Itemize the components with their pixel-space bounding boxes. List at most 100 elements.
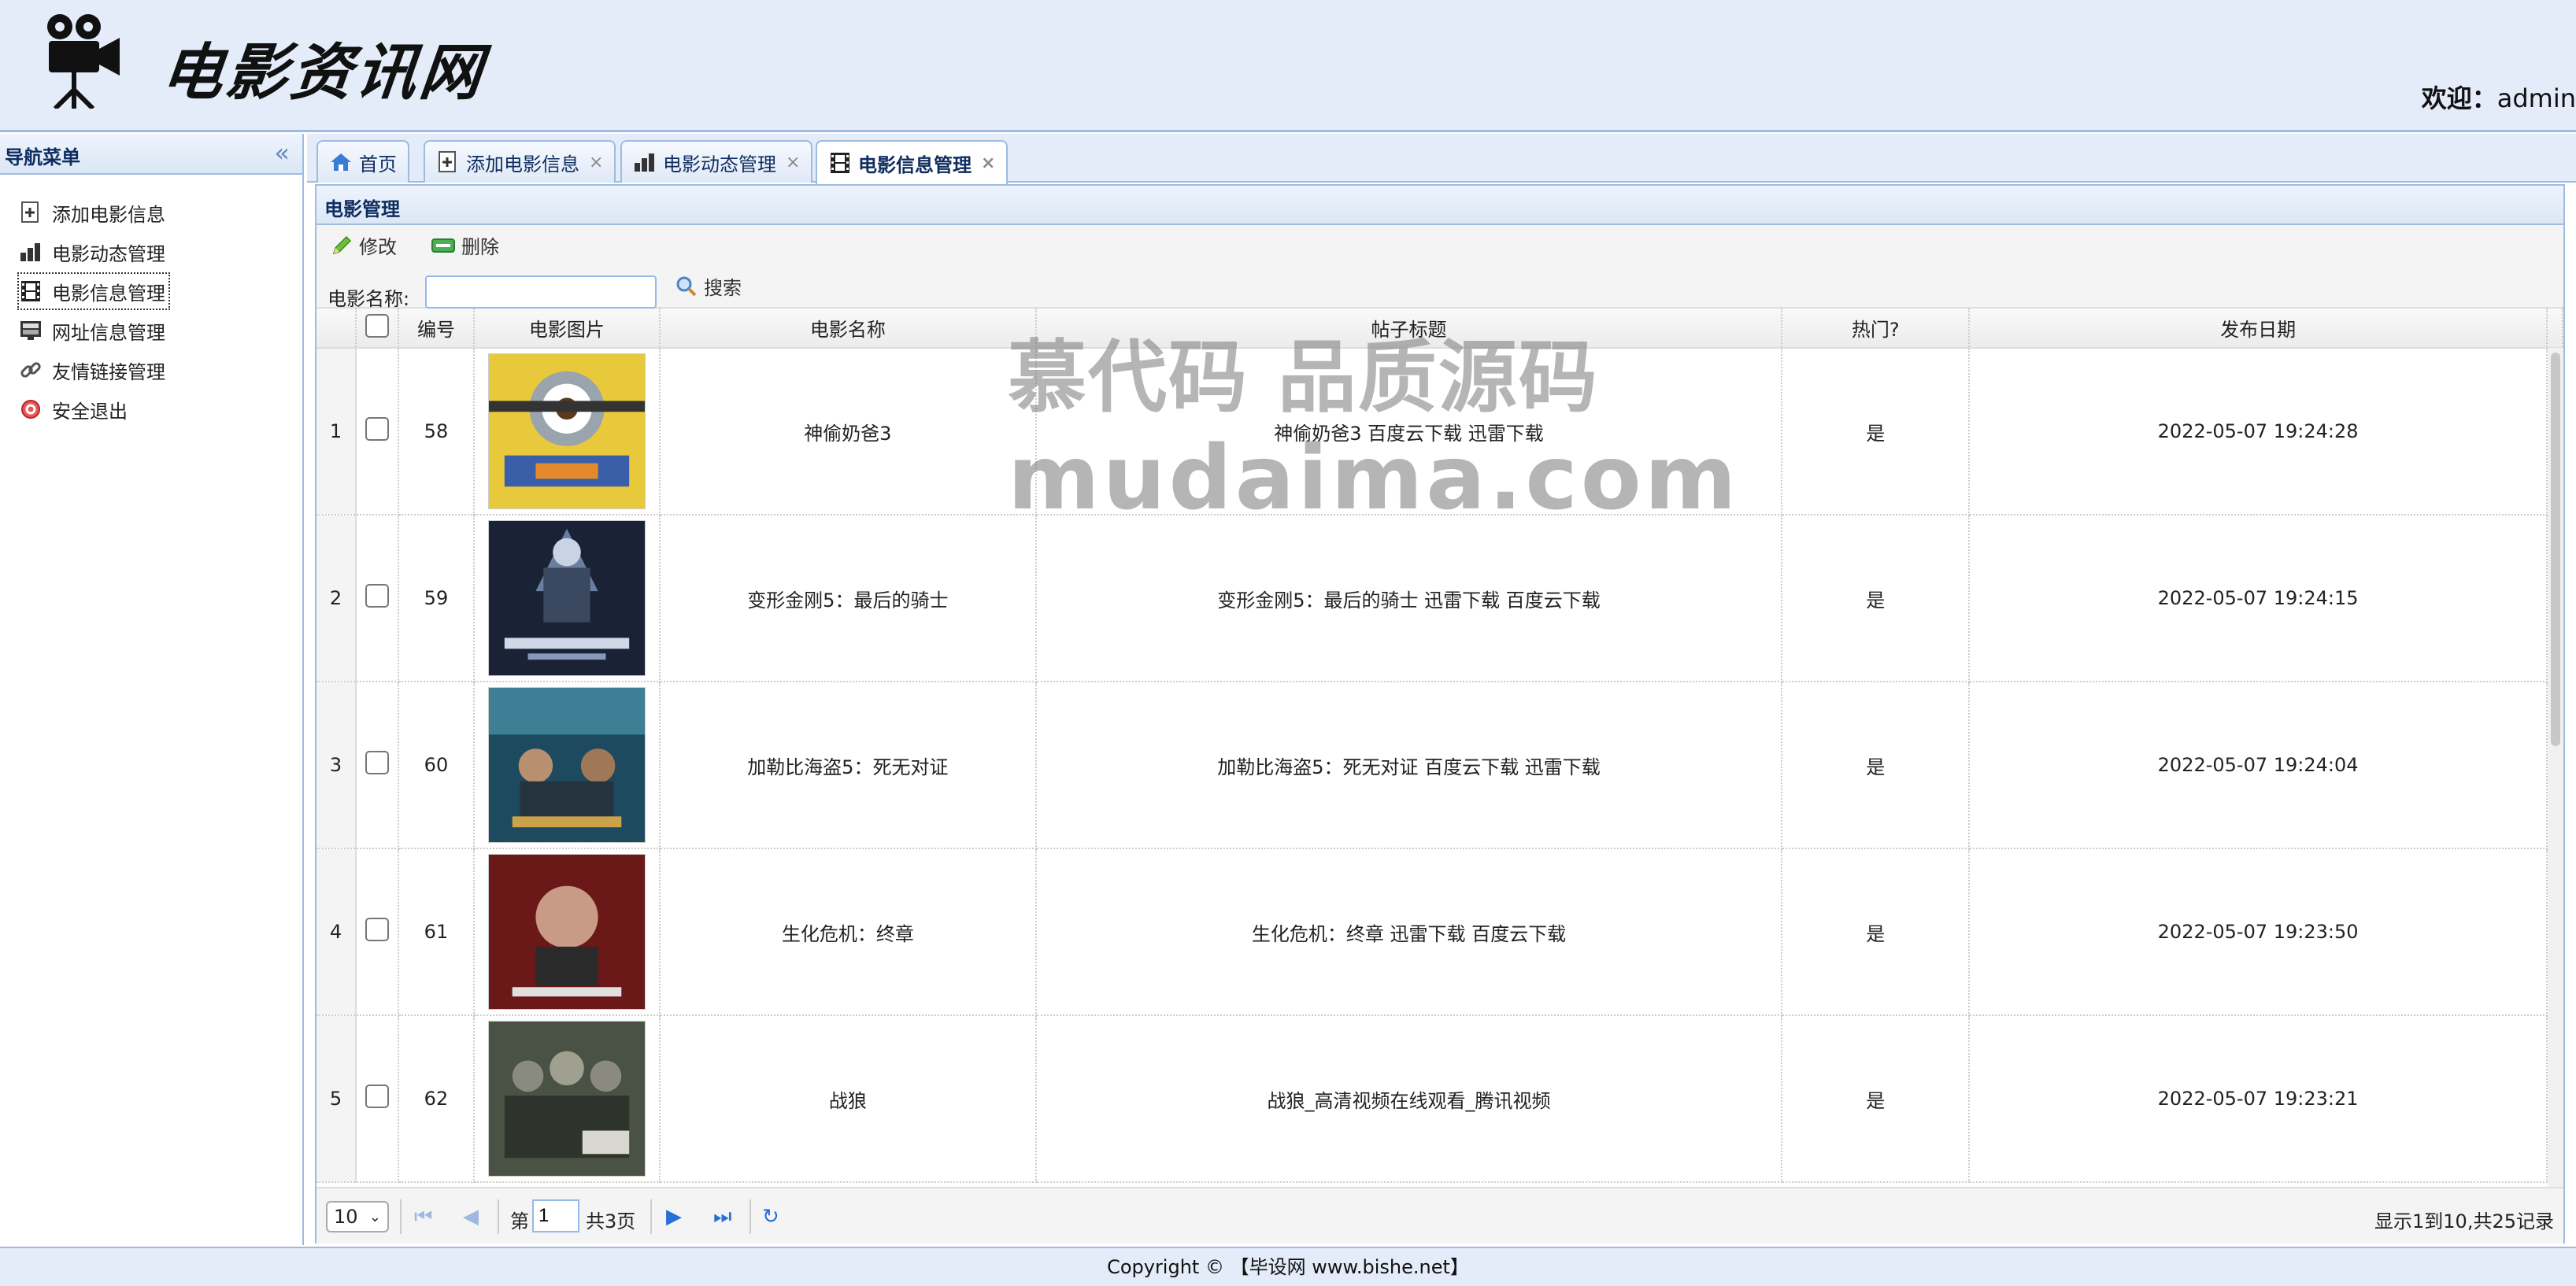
sidebar-item-friend-links[interactable]: 友情链接管理: [19, 353, 168, 387]
column-header-date[interactable]: 发布日期: [1969, 309, 2548, 349]
first-page-icon[interactable]: ⏮: [414, 1204, 432, 1229]
movie-poster-image: [487, 854, 646, 1010]
sidebar-item-add-movie[interactable]: 添加电影信息: [19, 195, 168, 230]
sidebar-item-movie-news[interactable]: 电影动态管理: [19, 235, 168, 269]
tab-label: 添加电影信息: [466, 153, 579, 176]
id-cell: 58: [398, 348, 475, 516]
collapse-sidebar-icon[interactable]: «: [274, 139, 290, 167]
pager-separator: [498, 1199, 499, 1234]
row-checkbox[interactable]: [365, 751, 389, 774]
search-button[interactable]: 搜索: [675, 272, 742, 300]
date-cell: 2022-05-07 19:23:50: [1969, 848, 2548, 1016]
date-cell: 2022-05-07 19:24:28: [1969, 348, 2548, 516]
movie-management-panel: 电影管理 修改 删除 电影名称: 搜索 编号 电影图片 电影名称 帖子标题 热门…: [315, 184, 2565, 1244]
row-number-header: [316, 309, 357, 349]
hot-cell: 是: [1782, 682, 1971, 849]
vertical-scrollbar[interactable]: [2548, 348, 2563, 1187]
sidebar-item-url-info[interactable]: 网址信息管理: [19, 313, 168, 348]
add-doc-icon: [19, 201, 43, 224]
page-number-input[interactable]: [532, 1199, 579, 1232]
table-row[interactable]: 1 58 神偷奶爸3 神偷奶爸3 百度云下载 迅雷下载 是 2022-05-07…: [316, 348, 2563, 516]
movie-name-search-input[interactable]: [425, 275, 657, 309]
movie-poster-image: [487, 520, 646, 676]
sidebar-item-movie-info[interactable]: 电影信息管理: [17, 272, 170, 310]
row-checkbox[interactable]: [365, 417, 389, 441]
next-page-icon[interactable]: ▶: [666, 1204, 682, 1229]
tab-add-movie[interactable]: 添加电影信息 ×: [424, 140, 616, 183]
film-icon: [828, 151, 852, 175]
tab-close-icon[interactable]: ×: [786, 153, 800, 172]
prev-page-icon[interactable]: ◀: [463, 1204, 479, 1229]
column-header-name[interactable]: 电影名称: [659, 309, 1037, 349]
column-header-id[interactable]: 编号: [398, 309, 475, 349]
row-number: 1: [316, 348, 357, 516]
tab-movie-news[interactable]: 电影动态管理 ×: [620, 140, 813, 183]
row-checkbox[interactable]: [365, 918, 389, 941]
sidebar-item-label: 添加电影信息: [52, 203, 165, 226]
page-size-value: 10: [334, 1206, 358, 1228]
pager-separator: [400, 1199, 402, 1234]
scrollbar-thumb[interactable]: [2551, 353, 2560, 746]
id-cell: 60: [398, 682, 475, 849]
post-title-cell: 生化危机：终章 迅雷下载 百度云下载: [1035, 848, 1783, 1016]
row-number: 3: [316, 682, 357, 849]
row-checkbox[interactable]: [365, 1085, 389, 1108]
table-row[interactable]: 5 62 战狼 战狼_高清视频在线观看_腾讯视频 是 2022-05-07 19…: [316, 1015, 2563, 1183]
row-select-cell: [355, 515, 399, 682]
id-cell: 59: [398, 515, 475, 682]
edit-button[interactable]: 修改: [331, 231, 397, 259]
page-size-select[interactable]: 10 ⌄: [326, 1201, 389, 1232]
exit-icon: [19, 397, 43, 421]
table-row[interactable]: 2 59 变形金刚5：最后的骑士 变形金刚5：最后的骑士 迅雷下载 百度云下载 …: [316, 515, 2563, 682]
column-header-title[interactable]: 帖子标题: [1035, 309, 1783, 349]
hot-cell: 是: [1782, 1015, 1971, 1183]
image-cell: [473, 1015, 661, 1183]
sidebar-item-logout[interactable]: 安全退出: [19, 392, 131, 427]
film-icon: [19, 279, 43, 303]
movie-name-cell: 加勒比海盗5：死无对证: [659, 682, 1037, 849]
bar-chart-icon: [633, 150, 657, 174]
sidebar-item-label: 友情链接管理: [52, 360, 165, 383]
movie-table: 编号 电影图片 电影名称 帖子标题 热门? 发布日期 1 58 神偷奶爸3 神偷…: [316, 309, 2563, 1183]
date-cell: 2022-05-07 19:24:04: [1969, 682, 2548, 849]
row-select-cell: [355, 682, 399, 849]
tab-close-icon[interactable]: ×: [981, 153, 995, 173]
table-row[interactable]: 3 60 加勒比海盗5：死无对证 加勒比海盗5：死无对证 百度云下载 迅雷下载 …: [316, 682, 2563, 849]
column-header-hot[interactable]: 热门?: [1782, 309, 1971, 349]
last-page-icon[interactable]: ⏭: [713, 1204, 731, 1229]
chevron-down-icon: ⌄: [368, 1208, 381, 1225]
movie-poster-image: [487, 687, 646, 843]
welcome-label: 欢迎：: [2421, 83, 2497, 113]
tab-close-icon[interactable]: ×: [589, 153, 603, 172]
search-button-label: 搜索: [704, 277, 742, 299]
movie-poster-image: [487, 1021, 646, 1177]
movie-name-cell: 神偷奶爸3: [659, 348, 1037, 516]
tab-movie-info[interactable]: 电影信息管理 ×: [816, 140, 1009, 184]
search-icon: [675, 275, 698, 297]
row-checkbox[interactable]: [365, 584, 389, 608]
add-doc-icon: [436, 150, 460, 174]
movie-name-cell: 生化危机：终章: [659, 848, 1037, 1016]
sidebar-item-label: 网址信息管理: [52, 321, 165, 344]
row-number: 4: [316, 848, 357, 1016]
id-cell: 62: [398, 1015, 475, 1183]
link-icon: [19, 358, 43, 382]
pager-separator: [650, 1199, 652, 1234]
sidebar-title: 导航菜单: [5, 146, 80, 168]
tab-bar: 首页 添加电影信息 × 电影动态管理 × 电影信息管理 ×: [307, 134, 2576, 184]
tab-label: 电影动态管理: [663, 153, 776, 176]
select-all-header: [355, 309, 399, 349]
refresh-icon[interactable]: ↻: [762, 1204, 779, 1229]
grid-toolbar: 修改 删除 电影名称: 搜索: [316, 225, 2563, 310]
sidebar-item-label: 安全退出: [52, 400, 128, 423]
hot-cell: 是: [1782, 515, 1971, 682]
tab-home[interactable]: 首页: [316, 140, 409, 183]
page-total: 共3页: [586, 1210, 636, 1232]
delete-icon: [431, 237, 455, 254]
post-title-cell: 神偷奶爸3 百度云下载 迅雷下载: [1035, 348, 1783, 516]
table-row[interactable]: 4 61 生化危机：终章 生化危机：终章 迅雷下载 百度云下载 是 2022-0…: [316, 848, 2563, 1016]
column-header-image[interactable]: 电影图片: [473, 309, 661, 349]
delete-button[interactable]: 删除: [431, 231, 499, 259]
site-logo-text: 电影资讯网: [157, 37, 489, 109]
select-all-checkbox[interactable]: [365, 313, 389, 338]
